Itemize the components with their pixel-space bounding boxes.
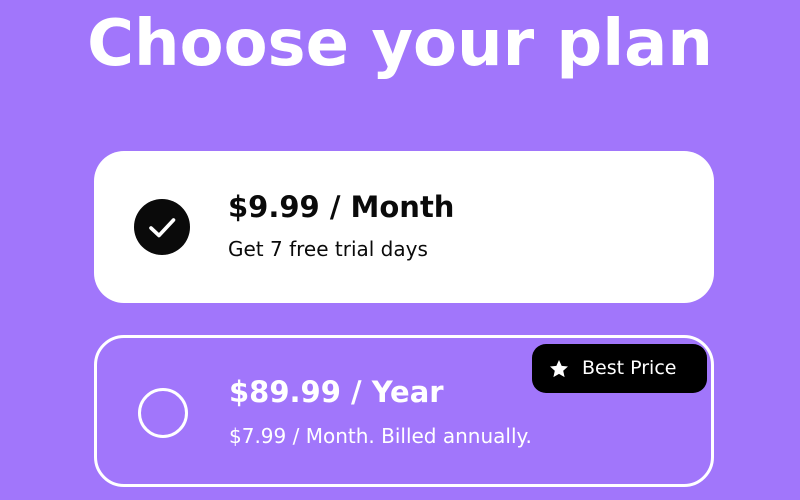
- plan-price-label: $89.99 / Year: [229, 375, 444, 409]
- radio-unselected-icon[interactable]: [138, 388, 188, 438]
- plan-price-label: $9.99 / Month: [228, 190, 455, 224]
- plan-description: $7.99 / Month. Billed annually.: [229, 424, 532, 448]
- selected-check-icon[interactable]: [134, 199, 190, 255]
- badge-label: Best Price: [582, 357, 677, 379]
- best-price-badge: Best Price: [532, 344, 707, 393]
- page-title: Choose your plan: [87, 7, 713, 81]
- star-icon: [550, 360, 568, 378]
- plan-card-monthly[interactable]: $9.99 / Month Get 7 free trial days: [94, 151, 714, 303]
- plan-description: Get 7 free trial days: [228, 237, 428, 261]
